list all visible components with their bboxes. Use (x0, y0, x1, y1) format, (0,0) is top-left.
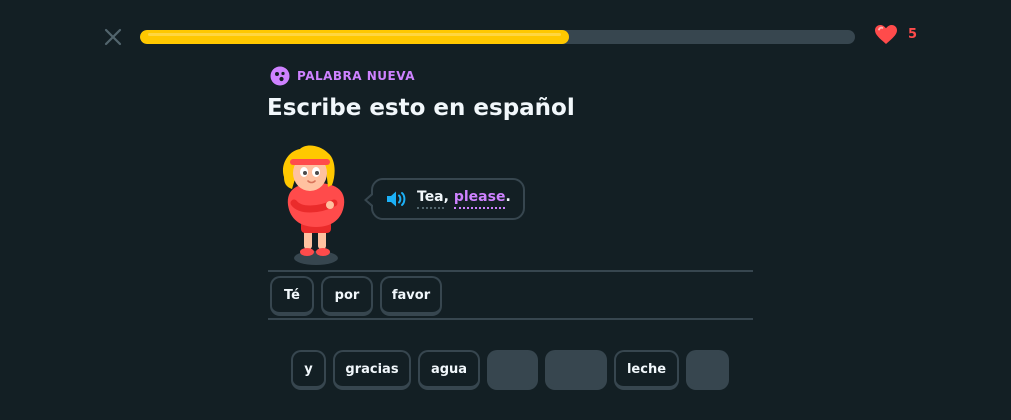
answer-tile[interactable]: favor (380, 276, 442, 316)
new-word-label: PALABRA NUEVA (297, 69, 416, 83)
word-bank-slot-used (487, 350, 538, 390)
word-bank-tile[interactable]: leche (614, 350, 679, 390)
hearts-count: 5 (908, 27, 918, 42)
speaker-icon[interactable] (385, 189, 409, 209)
prompt-word: Tea (417, 189, 444, 209)
lesson-screen: 5 PALABRA NUEVA Escribe esto en español (0, 0, 1011, 420)
close-button[interactable] (100, 24, 126, 50)
prompt-sentence: Tea, please. (417, 189, 511, 209)
page-title: Escribe esto en español (267, 95, 575, 121)
word-bank-tile[interactable]: agua (418, 350, 480, 390)
character-illustration (282, 145, 345, 265)
progress-bar (140, 30, 855, 44)
speech-bubble: Tea, please. (364, 178, 525, 220)
word-bank-tile[interactable]: y (291, 350, 326, 390)
close-icon (104, 28, 122, 46)
answer-area[interactable]: Té por favor (268, 270, 753, 320)
hearts-counter[interactable]: 5 (874, 24, 917, 45)
new-word-badge: PALABRA NUEVA (270, 66, 415, 86)
word-bank-tile[interactable]: gracias (333, 350, 411, 390)
new-word-hint: please (453, 189, 506, 209)
new-word-icon (270, 66, 290, 86)
word-bank-slot-used (686, 350, 729, 390)
word-bank-slot-used (545, 350, 607, 390)
answer-tile[interactable]: por (321, 276, 373, 316)
heart-icon (875, 25, 897, 44)
progress-fill (140, 30, 569, 44)
prompt-punctuation: . (505, 189, 511, 205)
answer-tile[interactable]: Té (270, 276, 314, 316)
